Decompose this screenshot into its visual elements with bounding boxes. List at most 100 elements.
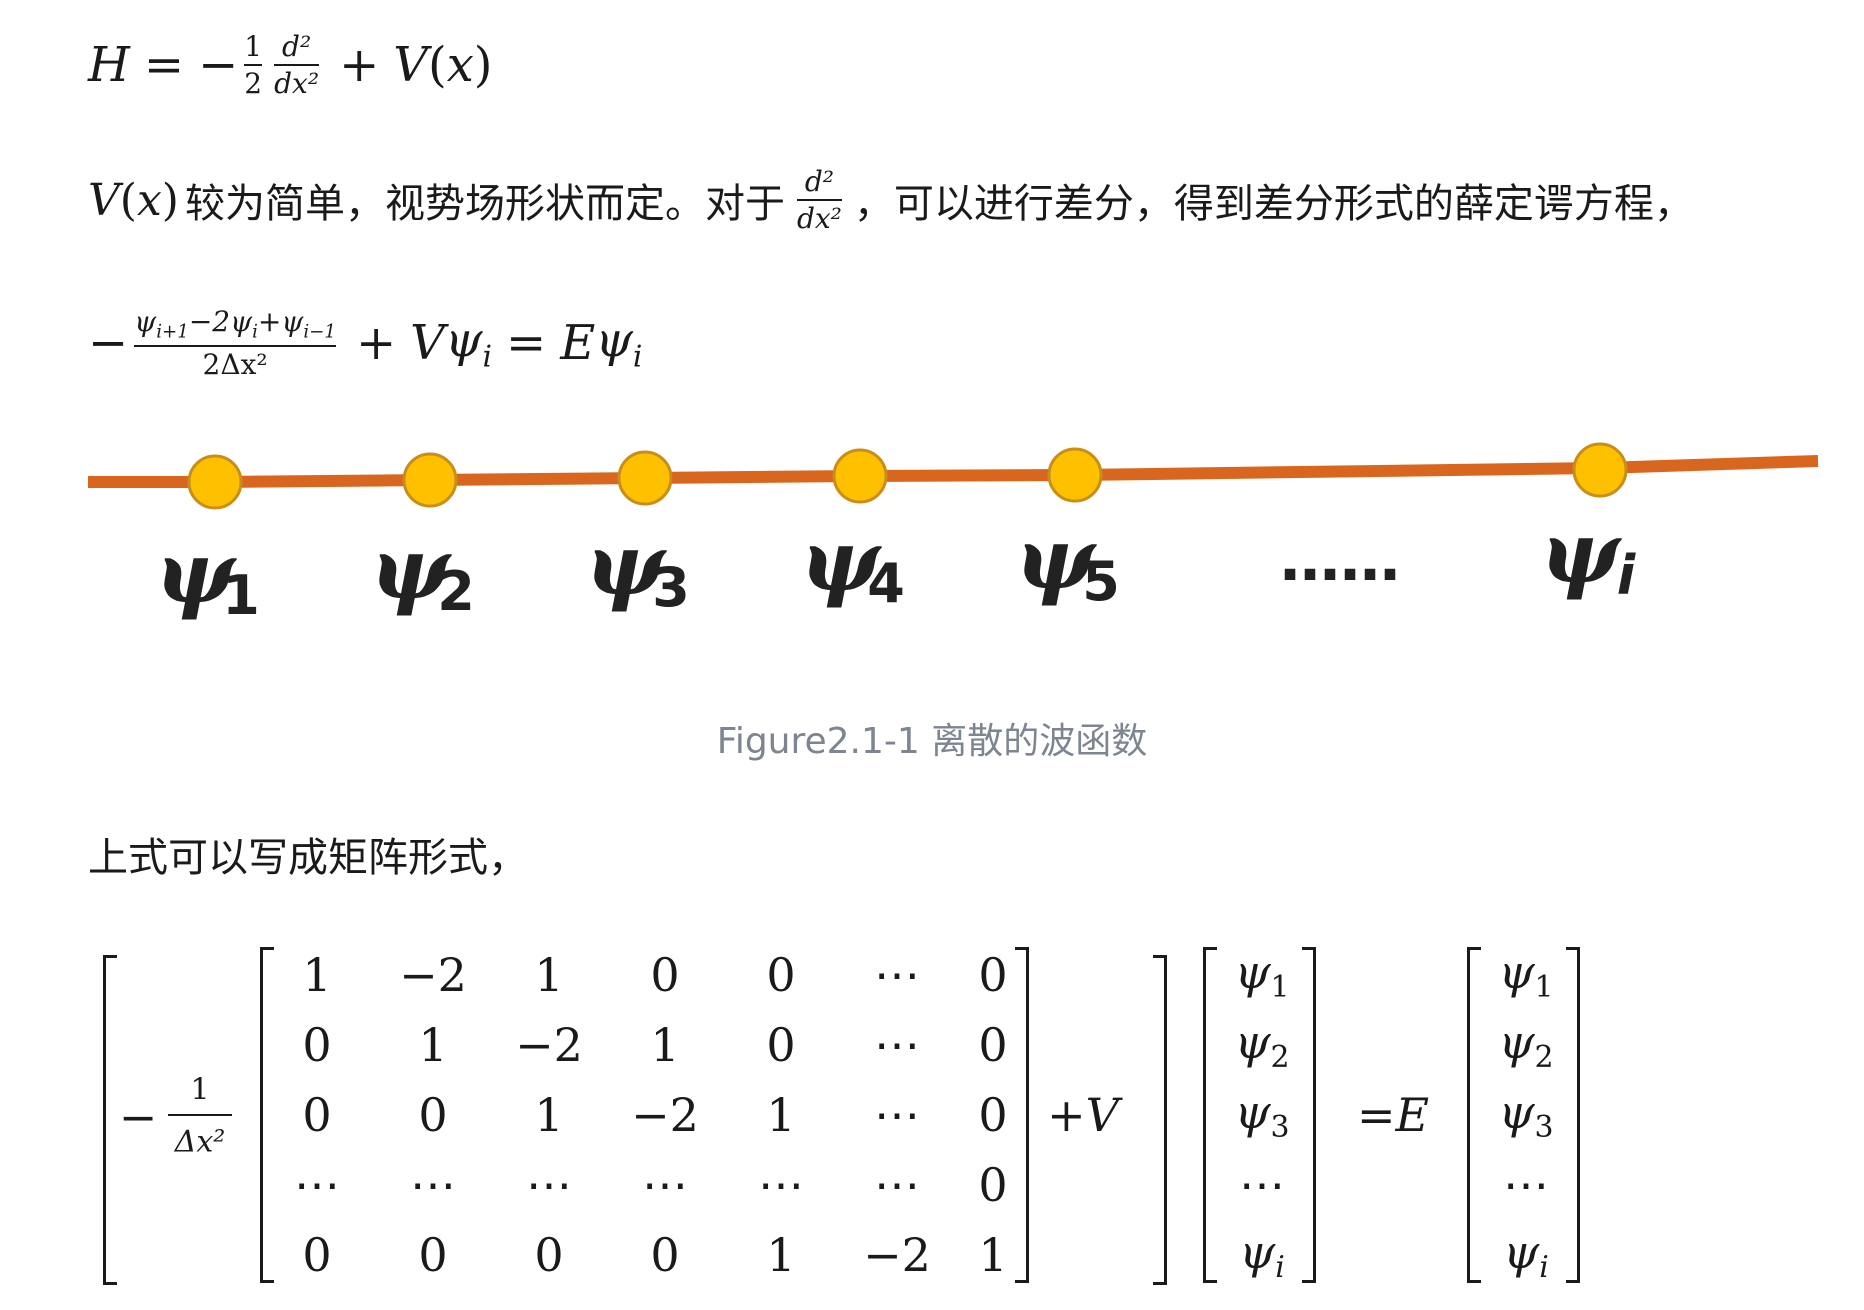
rhs-vector-left-bracket <box>1467 947 1481 1283</box>
matrix-cell-r4-c6: ⋯ <box>874 1158 920 1212</box>
description-line: V ( x ) 较为简单，视势场形状而定。对于 d² dx² ，可以进行差分，得… <box>88 160 1694 240</box>
label-psi-i: ψ <box>1540 503 1622 602</box>
equals-E: =E <box>1356 1088 1430 1142</box>
text-derivative-fraction: d² dx² <box>796 164 842 233</box>
matrix-cell-r1-c2: −2 <box>399 948 467 1002</box>
matrix-equation: − 1 Δx² 1 −2 1 0 0 ⋯ 0 0 1 −2 1 0 ⋯ 0 0 0 1 −2 1 ⋯ 0 ⋯ ⋯ ⋯ ⋯ ⋯ ⋯ 0 0… <box>0 935 1864 1295</box>
text-part-1: 较为简单，视势场形状而定。对于 <box>184 181 785 227</box>
matrix-cell-r2-c7: 0 <box>978 1018 1008 1072</box>
document-page: H = − 1 2 d² dx² + V ( x ) V ( x ) 较为简单，… <box>0 0 1864 1310</box>
label-subscript-2: 2 <box>437 560 475 623</box>
eq2-V: V <box>410 315 445 371</box>
node-psi-5 <box>1047 447 1103 503</box>
ellipsis-dots: …… <box>1280 525 1400 595</box>
text-part-2: ，可以进行差分，得到差分形式的薛定谔方程， <box>853 181 1694 227</box>
matrix-cell-r1-c5: 0 <box>766 948 796 1002</box>
matrix-cell-r1-c4: 0 <box>650 948 680 1002</box>
matrix-cell-r5-c6: −2 <box>863 1228 931 1282</box>
eq1-d2-num: d² <box>282 29 312 63</box>
rhs-vector-entry-1: ψ1 <box>1498 945 1554 1005</box>
matrix-cell-r1-c3: 1 <box>534 948 564 1002</box>
matrix-frac-num: 1 <box>190 1072 210 1108</box>
label-subscript-4: 4 <box>867 552 905 615</box>
eq2-psi-rhs: ψi <box>595 311 643 375</box>
eq1-minus: − <box>198 37 239 93</box>
matrix-cell-r2-c4: 1 <box>650 1018 680 1072</box>
matrix-cell-r3-c2: 0 <box>418 1088 448 1142</box>
node-psi-1 <box>187 454 243 510</box>
psi-vector-entry-4: ⋯ <box>1239 1158 1285 1212</box>
eq1-V: V <box>393 37 428 93</box>
text-V: V <box>88 174 120 226</box>
eq1-derivative-fraction: d² dx² <box>274 29 320 100</box>
eq2-fraction: ψi+1−2ψi+ψi−1 2Δx² <box>134 307 336 379</box>
wavefunction-line <box>88 455 1819 488</box>
matrix-cell-r1-c7: 0 <box>978 948 1008 1002</box>
matrix-cell-r5-c2: 0 <box>418 1228 448 1282</box>
psi-vector-entry-5: ψi <box>1239 1225 1285 1285</box>
psi-vector-left-bracket <box>1203 947 1217 1283</box>
eq1-half-fraction: 1 2 <box>244 31 263 100</box>
matrix-cell-r1-c1: 1 <box>302 948 332 1002</box>
matrix-frac-den: Δx² <box>174 1124 226 1160</box>
psi-vector-right-bracket <box>1302 947 1316 1283</box>
figure-caption: Figure2.1-1 离散的波函数 <box>716 721 1148 762</box>
eq1-half-den: 2 <box>244 67 263 100</box>
text-x: x <box>136 174 162 226</box>
eq2-numerator: ψi+1−2ψi+ψi−1 <box>134 304 336 343</box>
matrix-cell-r4-c3: ⋯ <box>526 1158 572 1212</box>
matrix-intro-text: 上式可以写成矩阵形式， <box>88 835 528 881</box>
text-rparen: ) <box>161 174 179 226</box>
matrix-cell-r4-c1: ⋯ <box>294 1158 340 1212</box>
eq1-rparen: ) <box>473 37 493 93</box>
matrix-cell-r3-c5: 1 <box>766 1088 796 1142</box>
rhs-vector-entry-4: ⋯ <box>1503 1158 1549 1212</box>
rhs-vector-right-bracket <box>1566 947 1580 1283</box>
eq2-E: E <box>560 315 596 371</box>
matrix-cell-r4-c2: ⋯ <box>410 1158 456 1212</box>
difference-equation: − ψi+1−2ψi+ψi−1 2Δx² + V ψi = E ψi <box>88 298 642 388</box>
node-psi-2 <box>402 452 458 508</box>
eq1-d2-den: dx² <box>274 67 320 100</box>
matrix-cell-r2-c1: 0 <box>302 1018 332 1072</box>
eq1-equals: = <box>143 37 185 93</box>
node-psi-3 <box>617 450 673 506</box>
matrix-cell-r2-c6: ⋯ <box>874 1018 920 1072</box>
matrix-cell-r2-c3: −2 <box>515 1018 583 1072</box>
matrix-cell-r2-c2: 1 <box>418 1018 448 1072</box>
rhs-vector-entry-2: ψ2 <box>1498 1015 1554 1075</box>
label-subscript-1: 1 <box>222 564 260 627</box>
outer-left-bracket <box>103 955 117 1285</box>
eq2-denominator: 2Δx² <box>202 347 268 381</box>
eq1-H: H <box>88 37 130 93</box>
node-psi-i <box>1572 442 1628 498</box>
psi-vector-entry-1: ψ1 <box>1234 945 1290 1005</box>
eq2-minus: − <box>88 315 129 371</box>
matrix-minus: − <box>118 1090 158 1144</box>
eq2-psi: ψi <box>444 311 492 375</box>
eq1-lparen: ( <box>427 37 447 93</box>
matrix-cell-r3-c4: −2 <box>631 1088 699 1142</box>
matrix-cell-r3-c7: 0 <box>978 1088 1008 1142</box>
matrix-cell-r5-c4: 0 <box>650 1228 680 1282</box>
text-d2-num: d² <box>804 164 834 198</box>
matrix-cell-r4-c4: ⋯ <box>642 1158 688 1212</box>
matrix-cell-r3-c1: 0 <box>302 1088 332 1142</box>
label-subscript-3: 3 <box>652 556 690 619</box>
eq2-equals: = <box>506 315 547 371</box>
matrix-cell-r5-c5: 1 <box>766 1228 796 1282</box>
outer-right-bracket <box>1153 955 1167 1285</box>
hamiltonian-equation: H = − 1 2 d² dx² + V ( x ) <box>88 30 493 100</box>
discrete-wavefunction-figure: ψ1 ψ2 ψ3 ψ4 ψ5 ψi …… <box>88 442 1819 627</box>
eq1-x: x <box>446 37 474 93</box>
matrix-cell-r3-c3: 1 <box>534 1088 564 1142</box>
psi-vector-entry-3: ψ3 <box>1234 1085 1290 1145</box>
matrix-cell-r5-c3: 0 <box>534 1228 564 1282</box>
text-lparen: ( <box>119 174 137 226</box>
matrix-left-bracket <box>260 947 274 1283</box>
plus-V: +V <box>1047 1088 1119 1142</box>
matrix-cell-r3-c6: ⋯ <box>874 1088 920 1142</box>
label-subscript-i: i <box>1617 544 1637 607</box>
eq1-plus: + <box>339 37 380 93</box>
node-psi-4 <box>832 448 888 504</box>
